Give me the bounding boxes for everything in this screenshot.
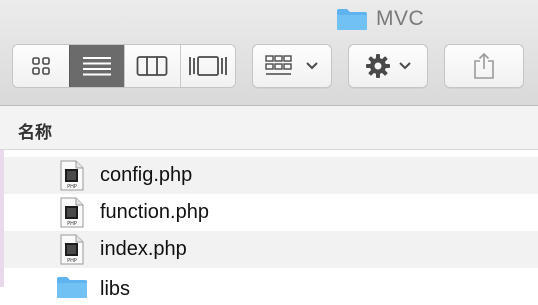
svg-text:PHP: PHP bbox=[67, 221, 77, 227]
file-name: index.php bbox=[100, 238, 187, 260]
arrange-button[interactable] bbox=[252, 44, 332, 88]
svg-text:PHP: PHP bbox=[67, 184, 77, 190]
action-button[interactable] bbox=[348, 44, 428, 88]
php-file-icon: PHP bbox=[60, 234, 84, 265]
php-file-icon: PHP bbox=[60, 197, 84, 228]
coverflow-icon bbox=[188, 56, 227, 76]
folder-name: libs bbox=[100, 278, 131, 300]
gear-icon bbox=[366, 54, 390, 78]
file-row[interactable]: PHP config.php bbox=[4, 157, 538, 194]
file-row[interactable]: PHP function.php bbox=[4, 194, 538, 231]
folder-icon bbox=[337, 9, 367, 30]
file-row[interactable]: PHP index.php bbox=[4, 231, 538, 268]
icon-view-button[interactable] bbox=[13, 45, 69, 87]
folder-icon bbox=[57, 277, 87, 298]
chevron-down-icon bbox=[306, 62, 318, 70]
arrange-icon bbox=[265, 55, 292, 75]
columns-icon bbox=[136, 56, 168, 76]
list-header: 名称 bbox=[0, 106, 538, 150]
window-title-text: MVC bbox=[376, 7, 425, 30]
svg-text:PHP: PHP bbox=[67, 258, 77, 264]
share-button[interactable] bbox=[444, 44, 524, 88]
column-view-button[interactable] bbox=[124, 45, 180, 87]
coverflow-view-button[interactable] bbox=[179, 45, 235, 87]
list-icon bbox=[82, 57, 111, 76]
file-name: config.php bbox=[100, 164, 193, 186]
chevron-down-icon bbox=[399, 62, 411, 70]
column-header-name[interactable]: 名称 bbox=[18, 118, 52, 143]
view-mode-control bbox=[12, 44, 236, 88]
window-title: MVC bbox=[336, 6, 424, 32]
file-name: function.php bbox=[100, 201, 209, 223]
list-view-button[interactable] bbox=[68, 45, 124, 87]
grid-icon bbox=[31, 57, 50, 75]
finder-toolbar: MVC bbox=[0, 0, 538, 106]
php-file-icon: PHP bbox=[60, 160, 84, 191]
share-icon bbox=[474, 52, 494, 79]
